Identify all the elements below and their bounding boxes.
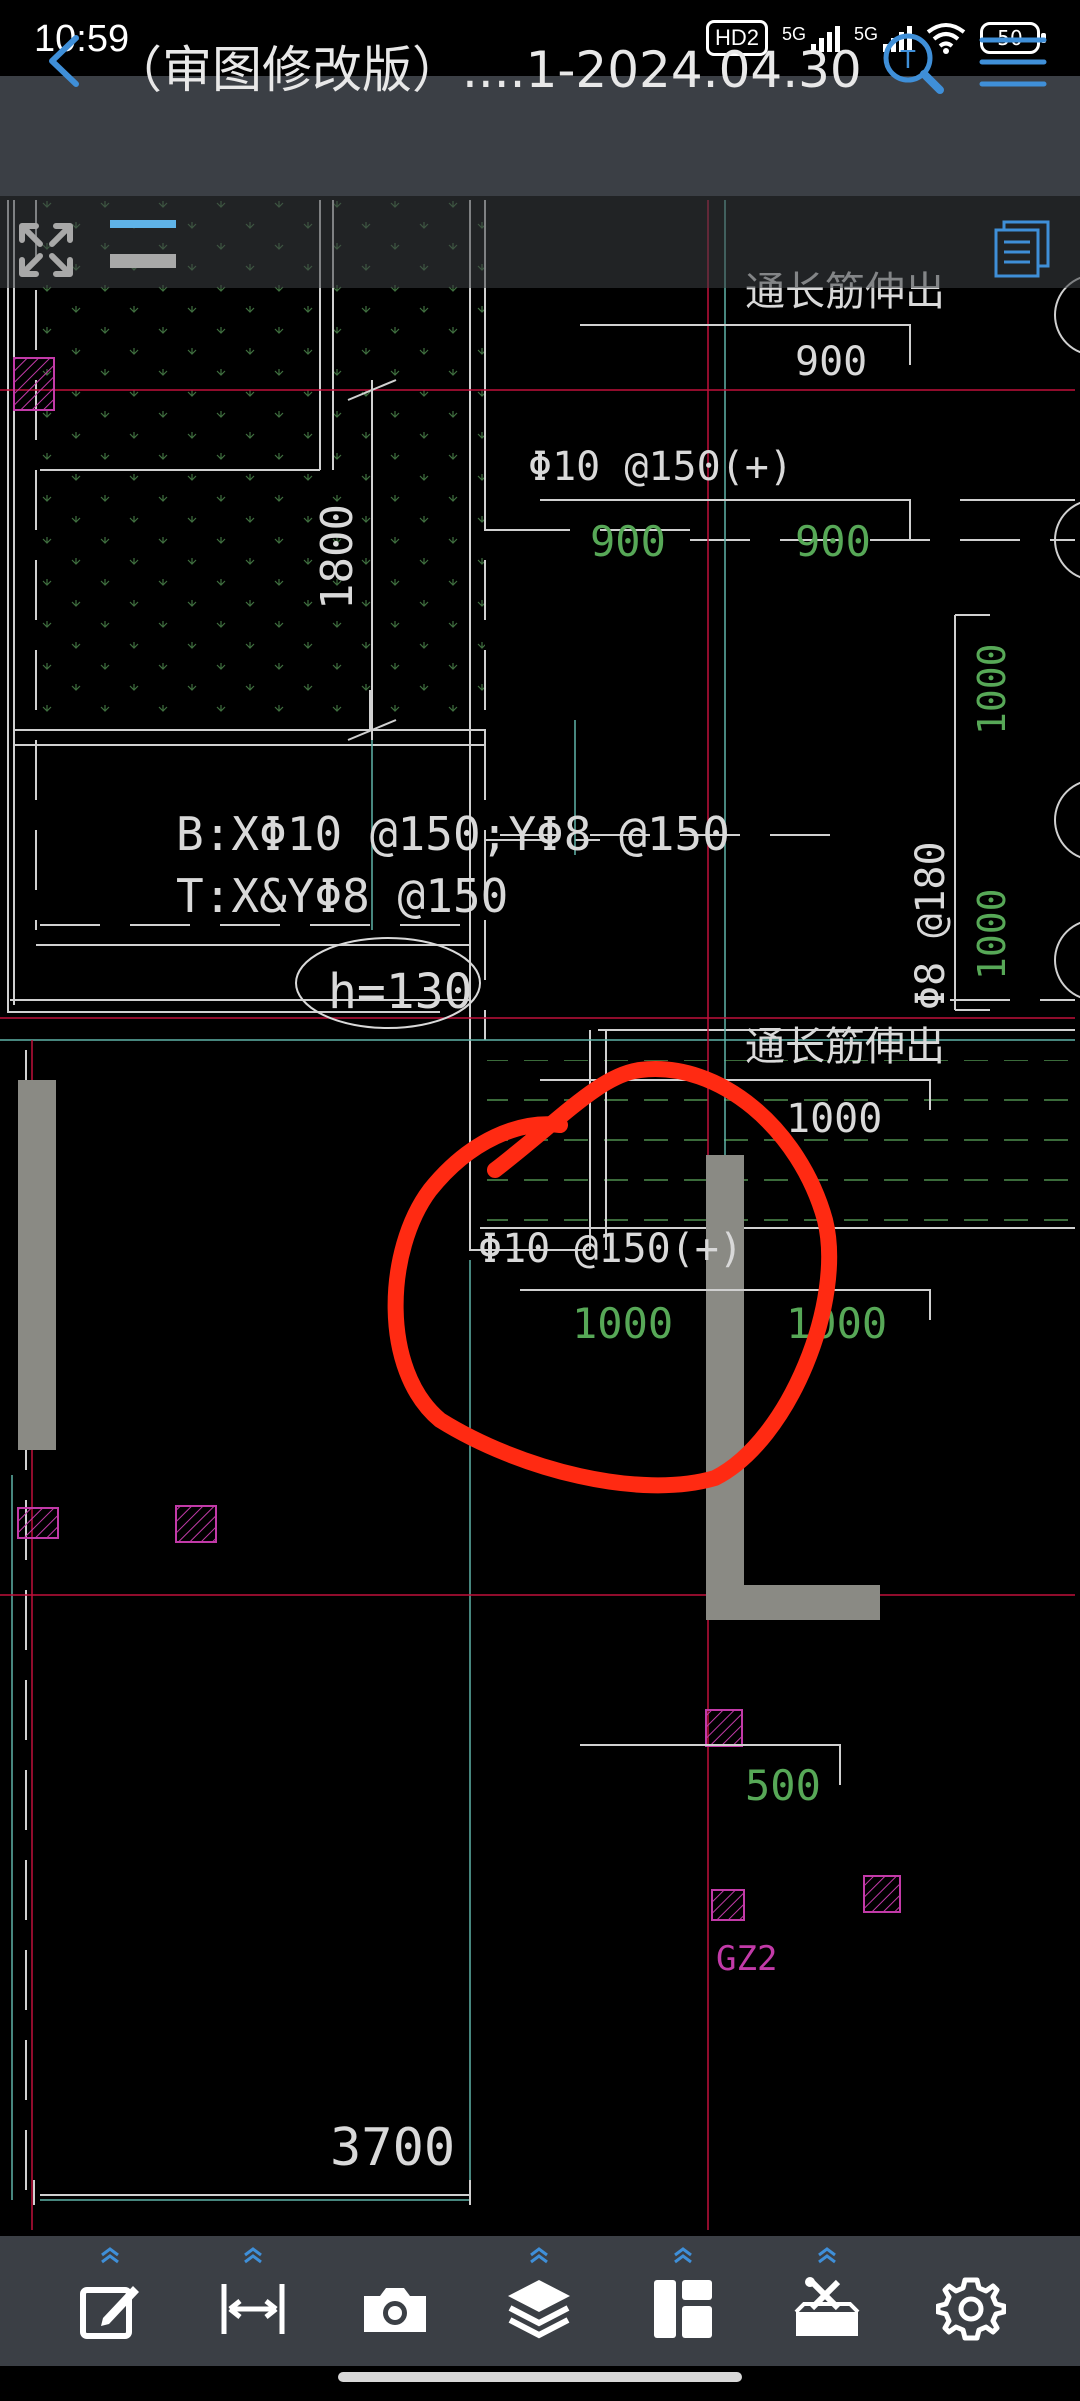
drawing-label: 1000 bbox=[970, 643, 1014, 735]
camera-icon bbox=[364, 2288, 426, 2332]
column-hatch bbox=[175, 1505, 217, 1543]
text-search-button[interactable]: T bbox=[878, 28, 948, 98]
cad-drawing[interactable]: 通长筋伸出 900 Φ10 @150(+) B:XΦ10 @150;YΦ8 @1… bbox=[0, 196, 1080, 2236]
fullscreen-button[interactable] bbox=[14, 218, 78, 282]
drawing-label: 900 bbox=[590, 517, 666, 566]
drawing-canvas[interactable]: 通长筋伸出 900 Φ10 @150(+) B:XΦ10 @150;YΦ8 @1… bbox=[0, 196, 1080, 2236]
drawing-label: 900 bbox=[795, 517, 871, 566]
drawing-label: 通长筋伸出 bbox=[745, 1024, 945, 1070]
svg-text:T: T bbox=[900, 44, 916, 74]
wall-segment bbox=[18, 1080, 56, 1450]
drawing-label: 1000 bbox=[572, 1299, 673, 1348]
chevron-up-icon bbox=[244, 2247, 262, 2264]
home-indicator[interactable] bbox=[338, 2372, 742, 2382]
measure-icon bbox=[221, 2284, 285, 2334]
drawing-label: h=130 bbox=[328, 964, 473, 1020]
view-toggle-button[interactable] bbox=[110, 218, 176, 270]
edit-tool-button[interactable] bbox=[65, 2244, 155, 2354]
chevron-up-icon bbox=[818, 2247, 836, 2264]
edit-icon bbox=[80, 2286, 139, 2339]
drawing-label: Φ10 @150(+) bbox=[528, 444, 793, 490]
drawing-label: 1800 bbox=[312, 504, 363, 610]
drawing-label: 900 bbox=[795, 339, 867, 385]
column-tag: GZ2 bbox=[716, 1939, 777, 1979]
column-hatch bbox=[863, 1875, 901, 1913]
camera-tool-button[interactable] bbox=[350, 2244, 440, 2354]
pages-button[interactable] bbox=[990, 216, 1054, 280]
drawing-label: Φ10 @150(+) bbox=[478, 1226, 743, 1272]
layout-tool-button[interactable] bbox=[638, 2244, 728, 2354]
layers-icon bbox=[508, 2280, 570, 2339]
chevron-up-icon bbox=[674, 2247, 692, 2264]
settings-tool-button[interactable] bbox=[926, 2244, 1016, 2354]
settings-icon bbox=[936, 2277, 1006, 2341]
drawing-label: 3700 bbox=[330, 2118, 455, 2178]
measure-tool-button[interactable] bbox=[208, 2244, 298, 2354]
menu-button[interactable] bbox=[978, 32, 1048, 92]
drawing-label: T:X&YΦ8 @150 bbox=[176, 869, 508, 923]
toolbox-tool-button[interactable] bbox=[782, 2244, 872, 2354]
drawing-label: 500 bbox=[745, 1761, 821, 1810]
toolbox-icon bbox=[794, 2277, 860, 2336]
drawing-label: 1000 bbox=[970, 888, 1014, 980]
column-hatch bbox=[711, 1889, 745, 1921]
drawing-label: B:XΦ10 @150;YΦ8 @150 bbox=[176, 807, 730, 861]
drawing-label: 1000 bbox=[786, 1096, 882, 1142]
chevron-up-icon bbox=[101, 2247, 119, 2264]
drawing-label: Φ8 @180 bbox=[908, 841, 954, 1010]
layers-tool-button[interactable] bbox=[494, 2244, 584, 2354]
layout-icon bbox=[654, 2280, 712, 2338]
column-hatch bbox=[13, 357, 55, 411]
back-button[interactable] bbox=[30, 26, 100, 96]
column-hatch bbox=[17, 1507, 59, 1539]
grid-bubbles bbox=[1054, 276, 1080, 999]
document-title: （审图修改版）....1-2024.04.30 bbox=[112, 41, 862, 99]
chevron-up-icon bbox=[530, 2247, 548, 2264]
column-hatch bbox=[705, 1709, 743, 1747]
drawing-label: 1000 bbox=[786, 1299, 887, 1348]
